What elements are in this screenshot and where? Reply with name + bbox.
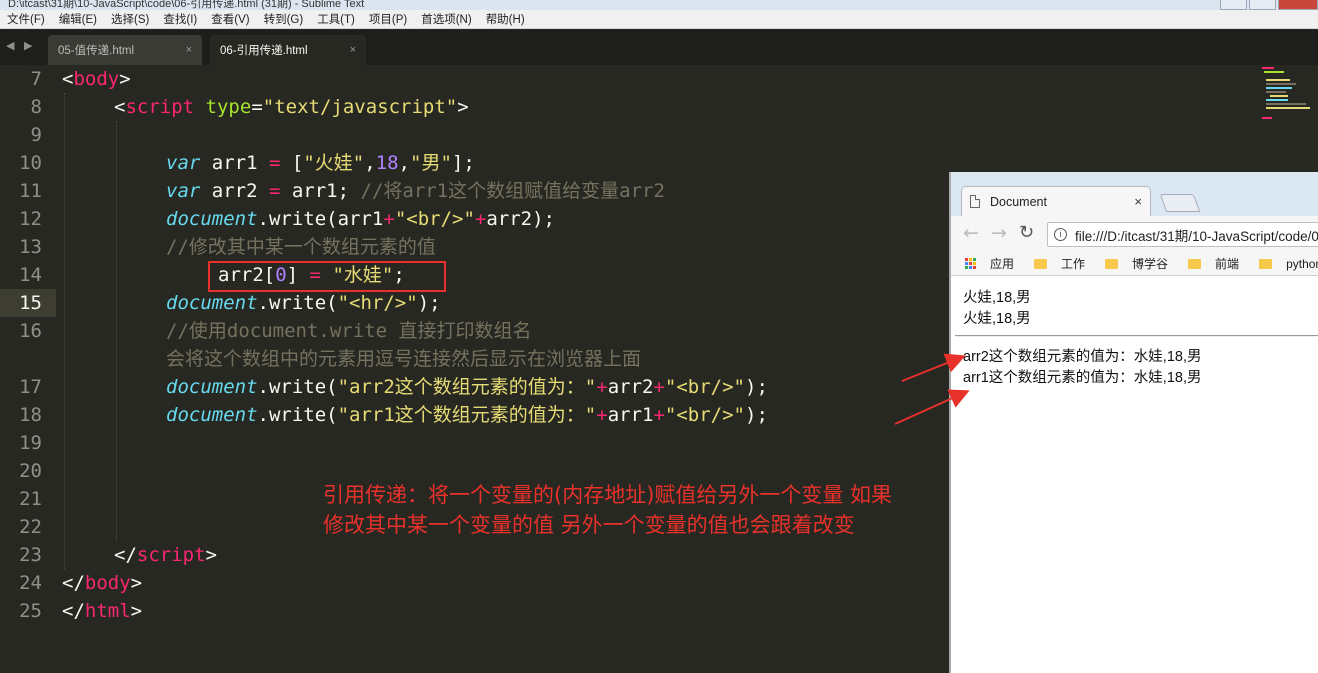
- line-number: 11: [19, 180, 42, 202]
- line-number: 20: [19, 460, 42, 482]
- browser-tab-strip: Document ×: [951, 172, 1318, 216]
- new-tab-button[interactable]: [1159, 194, 1201, 212]
- output-line-3: arr2这个数组元素的值为：水娃,18,男: [963, 349, 1202, 365]
- output-line-4: arr1这个数组元素的值为：水娃,18,男: [963, 370, 1202, 386]
- tab-close-icon[interactable]: ×: [186, 44, 192, 56]
- close-window-button[interactable]: [1278, 0, 1318, 10]
- line-number: 8: [30, 96, 42, 118]
- bookmark-apps[interactable]: 应用: [990, 255, 1014, 272]
- forward-arrow-icon[interactable]: →: [991, 223, 1007, 243]
- minimap[interactable]: [1258, 65, 1314, 125]
- line-number: 12: [19, 208, 42, 230]
- reload-icon[interactable]: ↻: [1019, 223, 1034, 243]
- line-number: 19: [19, 432, 42, 454]
- code-line-10: var arr1 = ["火娃",18,"男"];: [166, 152, 475, 174]
- menu-tools[interactable]: 工具(T): [310, 11, 362, 27]
- bookmark-python[interactable]: python: [1259, 257, 1318, 271]
- code-line-16: //使用document.write 直接打印数组名: [166, 320, 532, 342]
- code-line-12: document.write(arr1+"<br/>"+arr2);: [166, 208, 555, 230]
- line-number-current: 15: [19, 292, 42, 314]
- folder-icon: [1034, 258, 1048, 269]
- horizontal-rule: [955, 335, 1318, 337]
- line-number: 16: [19, 320, 42, 342]
- folder-icon: [1105, 258, 1119, 269]
- menu-file[interactable]: 文件(F): [0, 11, 52, 27]
- address-bar[interactable]: i file:///D:/itcast/31期/10-JavaScript/co…: [1047, 222, 1318, 247]
- tab-label: 06-引用传递.html: [220, 45, 308, 57]
- line-number: 9: [30, 124, 42, 146]
- code-line-23: </script>: [114, 544, 217, 566]
- menu-help[interactable]: 帮助(H): [479, 11, 532, 27]
- bookmarks-bar: 应用 工作 博学谷 前端 python: [951, 252, 1318, 276]
- code-line-16-wrap: 会将这个数组中的元素用逗号连接然后显示在浏览器上面: [166, 348, 642, 370]
- code-line-17: document.write("arr2这个数组元素的值为："+arr2+"<b…: [166, 376, 768, 398]
- line-number: 17: [19, 376, 42, 398]
- menu-preferences[interactable]: 首选项(N): [414, 11, 478, 27]
- menu-goto[interactable]: 转到(G): [257, 11, 311, 27]
- menu-view[interactable]: 查看(V): [204, 11, 256, 27]
- code-line-25: </html>: [62, 600, 143, 622]
- browser-tab-document[interactable]: Document ×: [961, 186, 1151, 216]
- maximize-button[interactable]: [1249, 0, 1276, 10]
- line-number: 7: [30, 68, 42, 90]
- tab-nav-arrows-icon[interactable]: ◀ ▶: [6, 39, 35, 52]
- menu-bar: 文件(F) 编辑(E) 选择(S) 查找(I) 查看(V) 转到(G) 工具(T…: [0, 10, 1318, 29]
- menu-project[interactable]: 项目(P): [362, 11, 414, 27]
- output-line-2: 火娃,18,男: [963, 311, 1031, 327]
- code-line-13: //修改其中某一个数组元素的值: [166, 236, 436, 258]
- address-url: file:///D:/itcast/31期/10-JavaScript/code…: [1075, 228, 1318, 244]
- folder-icon: [1259, 258, 1273, 269]
- bookmark-label: 博学谷: [1132, 257, 1169, 271]
- line-number: 14: [19, 264, 42, 286]
- indent-guide: [64, 93, 65, 569]
- browser-toolbar: ← → ↻ i file:///D:/itcast/31期/10-JavaScr…: [951, 216, 1318, 252]
- info-icon[interactable]: i: [1054, 228, 1067, 241]
- line-number: 13: [19, 236, 42, 258]
- bookmark-label: 前端: [1215, 257, 1240, 271]
- tab-close-icon[interactable]: ×: [350, 44, 356, 56]
- bookmark-label: 工作: [1061, 257, 1086, 271]
- browser-tab-title: Document: [990, 194, 1047, 209]
- line-number: 18: [19, 404, 42, 426]
- browser-tab-close-icon[interactable]: ×: [1134, 194, 1142, 209]
- code-line-11: var arr2 = arr1; //将arr1这个数组赋值给变量arr2: [166, 180, 665, 202]
- code-line-7: <body>: [62, 68, 131, 90]
- line-number: 21: [19, 488, 42, 510]
- line-number: 24: [19, 572, 42, 594]
- code-line-8: <script type="text/javascript">: [114, 96, 469, 118]
- minimize-button[interactable]: [1220, 0, 1247, 10]
- tab-06-reference-passing[interactable]: 06-引用传递.html ×: [210, 35, 366, 65]
- menu-edit[interactable]: 编辑(E): [52, 11, 104, 27]
- line-number: 10: [19, 152, 42, 174]
- code-line-24: </body>: [62, 572, 143, 594]
- bookmark-frontend[interactable]: 前端: [1188, 255, 1239, 272]
- menu-selection[interactable]: 选择(S): [104, 11, 156, 27]
- line-number: 22: [19, 516, 42, 538]
- highlight-box: [208, 261, 446, 292]
- bookmark-work[interactable]: 工作: [1034, 255, 1085, 272]
- output-line-1: 火娃,18,男: [963, 290, 1031, 306]
- annotation-line-1: 引用传递：将一个变量的(内存地址)赋值给另外一个变量 如果: [323, 483, 893, 507]
- bookmark-boxuegu[interactable]: 博学谷: [1105, 255, 1168, 272]
- back-arrow-icon[interactable]: ←: [963, 223, 979, 243]
- line-number: 25: [19, 600, 42, 622]
- window-title: D:\itcast\31期\10-JavaScript\code\06-引用传递…: [8, 0, 365, 10]
- apps-grid-icon[interactable]: [965, 257, 976, 270]
- window-title-bar: D:\itcast\31期\10-JavaScript\code\06-引用传递…: [0, 0, 1318, 10]
- line-number: 23: [19, 544, 42, 566]
- bookmark-label: python: [1286, 256, 1318, 271]
- bookmark-label: 应用: [990, 257, 1015, 271]
- document-icon: [970, 195, 980, 208]
- menu-find[interactable]: 查找(I): [156, 11, 204, 27]
- code-line-18: document.write("arr1这个数组元素的值为："+arr1+"<b…: [166, 404, 768, 426]
- indent-guide: [116, 121, 117, 541]
- browser-window: Document × ← → ↻ i file:///D:/itcast/31期…: [949, 172, 1318, 673]
- folder-icon: [1188, 258, 1202, 269]
- annotation-line-2: 修改其中某一个变量的值 另外一个变量的值也会跟着改变: [323, 513, 855, 537]
- editor-tab-bar: ◀ ▶ 05-值传递.html × 06-引用传递.html ×: [0, 30, 1318, 65]
- code-line-15: document.write("<hr/>");: [166, 292, 441, 314]
- tab-05-value-passing[interactable]: 05-值传递.html ×: [48, 35, 202, 65]
- tab-label: 05-值传递.html: [58, 45, 135, 57]
